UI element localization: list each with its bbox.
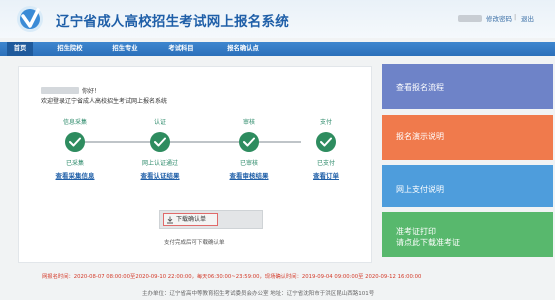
step-check-icon — [150, 132, 170, 152]
step-check-icon — [239, 132, 259, 152]
card-registration-demo[interactable]: 报名演示说明 — [382, 115, 553, 160]
nav-confirm-points[interactable]: 报名确认点 — [218, 42, 268, 56]
nav-institutions[interactable]: 招生院校 — [49, 42, 91, 56]
view-review-result-link[interactable]: 查看审核结果 — [214, 170, 284, 180]
download-button-area: 下载确认单 — [159, 210, 263, 229]
main-nav: 首页 招生院校 招生专业 考试科目 报名确认点 — [0, 42, 555, 56]
step-status-review: 已审核 — [239, 160, 258, 167]
card-label: 查看报名流程 — [396, 83, 444, 92]
step-status-auth: 网上认证通过 — [141, 160, 178, 167]
step-status-pay: 已支付 — [316, 160, 335, 167]
card-label: 报名演示说明 — [396, 132, 444, 141]
logo-icon — [17, 6, 43, 32]
step-check-icon — [316, 132, 336, 152]
download-icon — [167, 216, 173, 224]
change-password-link[interactable]: 修改密码 — [486, 13, 512, 23]
step-check-icon — [65, 132, 85, 152]
username-redacted — [458, 15, 482, 22]
card-registration-process[interactable]: 查看报名流程 — [382, 64, 553, 109]
download-label: 下载确认单 — [176, 216, 207, 223]
download-confirmation-button[interactable]: 下载确认单 — [163, 213, 218, 226]
download-hint: 支付完成后可下载确认单 — [164, 240, 225, 246]
progress-track — [66, 141, 301, 143]
nav-home[interactable]: 首页 — [7, 42, 33, 56]
applicant-name-redacted — [41, 87, 79, 94]
step-title-pay: 支付 — [319, 119, 332, 126]
nav-subjects[interactable]: 考试科目 — [160, 42, 202, 56]
step-title-collect: 信息采集 — [62, 119, 87, 126]
card-admission-ticket[interactable]: 准考证打印 请点此下载准考证 — [382, 212, 553, 257]
view-collected-info-link[interactable]: 查看采集信息 — [40, 170, 110, 180]
card-label: 网上支付说明 — [396, 185, 444, 194]
card-label: 请点此下载准考证 — [396, 238, 460, 247]
header-separator: | — [514, 13, 517, 21]
view-order-link[interactable]: 查看订单 — [291, 170, 361, 180]
card-label: 准考证打印 — [396, 227, 436, 236]
welcome-text: 欢迎登录辽宁省成人高校招生考试网上报名系统 — [41, 98, 168, 105]
nav-majors[interactable]: 招生专业 — [104, 42, 146, 56]
site-title: 辽宁省成人高校招生考试网上报名系统 — [56, 14, 289, 30]
header: 辽宁省成人高校招生考试网上报名系统 修改密码 | 退出 — [0, 0, 555, 38]
registration-dates: 网报名时间：2020-08-07 08:00:00至2020-09-10 22:… — [42, 274, 422, 280]
step-title-review: 审核 — [242, 119, 255, 126]
step-status-collect: 已采集 — [65, 160, 84, 167]
step-title-auth: 认证 — [153, 119, 166, 126]
footer-info: 主办单位：辽宁省高中等教育招生考试委员会办公室 地址：辽宁省沈阳市于洪区昆山西路… — [142, 291, 375, 297]
card-payment-guide[interactable]: 网上支付说明 — [382, 165, 553, 207]
greeting-text: 你好！ — [82, 88, 101, 95]
logout-link[interactable]: 退出 — [521, 13, 534, 23]
view-auth-result-link[interactable]: 查看认证结果 — [125, 170, 195, 180]
